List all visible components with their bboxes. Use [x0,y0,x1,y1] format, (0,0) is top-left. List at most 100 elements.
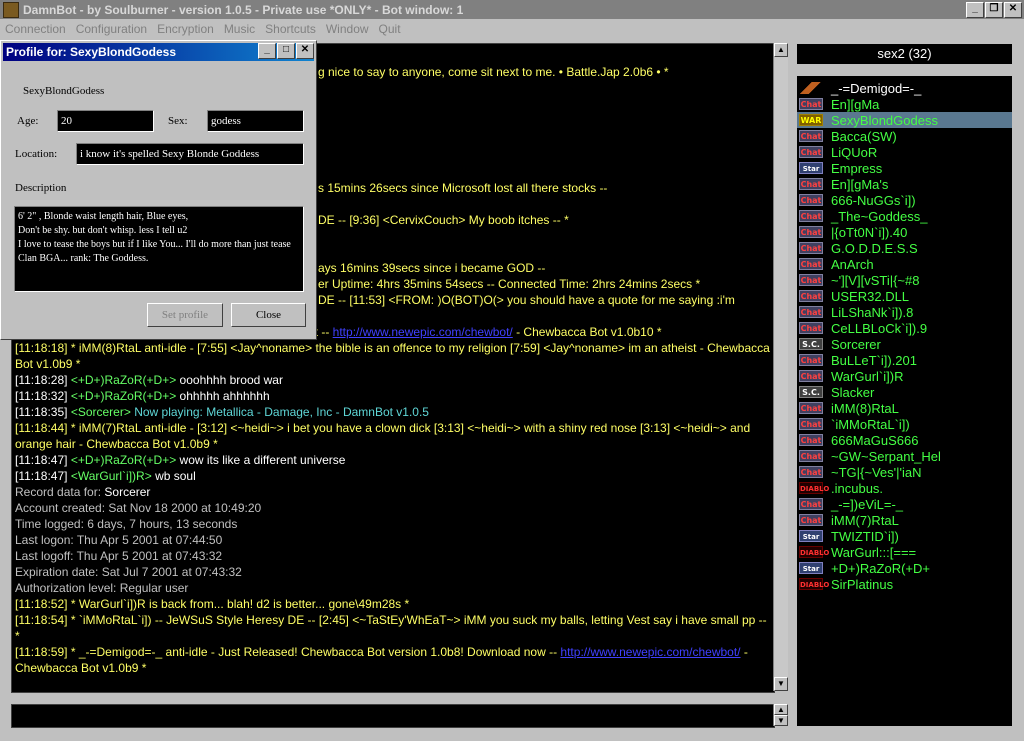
user-name: LiQUoR [831,144,878,160]
user-list-item[interactable]: Chat LiLShaNk`i]).8 [797,304,1012,320]
user-list-item[interactable]: S.C. Slacker [797,384,1012,400]
description-line: I love to tease the boys but if I like Y… [18,239,291,250]
chat-text: [11:18:47] [15,453,71,467]
sex-field[interactable]: godess [207,110,304,132]
chat-client-icon: Chat [799,194,823,206]
input-scrollbar[interactable]: ▲ ▼ [773,704,788,726]
menu-shortcuts[interactable]: Shortcuts [260,22,321,36]
dialog-maximize-button[interactable]: □ [277,43,295,59]
scroll-down-button[interactable]: ▼ [774,677,788,691]
menu-music[interactable]: Music [219,22,260,36]
user-list-item[interactable]: Chat 666MaGuS666 [797,432,1012,448]
dialog-window-controls: _ □ ✕ [257,43,314,59]
user-list-item[interactable]: Star Empress [797,160,1012,176]
chat-client-icon: Chat [799,274,823,286]
user-list-item[interactable]: Chat ~'][V][vSTi|{~#8 [797,272,1012,288]
input-scroll-up[interactable]: ▲ [774,704,788,715]
user-list-item[interactable]: Chat `iMMoRtaL`i]) [797,416,1012,432]
user-list-item[interactable]: _-=Demigod=-_ [797,80,1012,96]
user-list-item[interactable]: Star +D+)RaZoR(+D+ [797,560,1012,576]
user-list-item[interactable]: WAR SexyBlondGodess [797,112,1012,128]
user-list-item[interactable]: DIABLO WarGurl:::[=== [797,544,1012,560]
user-list-item[interactable]: Chat USER32.DLL [797,288,1012,304]
set-profile-button[interactable]: Set profile [147,303,223,327]
star-client-icon: Star [799,530,823,542]
user-name: LiLShaNk`i]).8 [831,304,914,320]
chat-text: DE -- [11:53] <FROM: )O(BOT)O(> you shou… [318,293,735,307]
age-field[interactable]: 20 [57,110,154,132]
user-name: Bacca(SW) [831,128,897,144]
chat-line: [11:18:18] * iMM(8)RtaL anti-idle - [7:5… [15,340,771,372]
chat-text: Time logged: 6 days, 7 hours, 13 seconds [15,517,238,531]
chat-text: - Chewbacca Bot v1.0b10 * [512,325,662,339]
user-list-item[interactable]: Chat Bacca(SW) [797,128,1012,144]
user-list-item[interactable]: Chat En][gMa [797,96,1012,112]
user-list-item[interactable]: Chat AnArch [797,256,1012,272]
user-name: 666MaGuS666 [831,432,919,448]
chat-client-icon: Chat [799,130,823,142]
war-client-icon: WAR [799,114,823,126]
menu-connection[interactable]: Connection [0,22,71,36]
chat-line: [11:18:47] <WarGurl`i])R> wb soul [15,468,771,484]
chat-line-partial: er Uptime: 4hrs 35mins 54secs -- Connect… [318,276,771,292]
user-list-item[interactable]: DIABLO .incubus. [797,480,1012,496]
chat-text: er Uptime: 4hrs 35mins 54secs -- Connect… [318,277,701,291]
scroll-up-button[interactable]: ▲ [774,43,788,57]
minimize-button[interactable]: _ [966,2,984,18]
dialog-minimize-button[interactable]: _ [258,43,276,59]
menu-configuration[interactable]: Configuration [71,22,152,36]
chat-input[interactable] [11,704,775,728]
user-list-item[interactable]: Chat CeLLBLoCk`i]).9 [797,320,1012,336]
chat-line-partial: DE -- [11:53] <FROM: )O(BOT)O(> you shou… [318,292,771,308]
user-list-item[interactable]: Chat ~GW~Serpant_Hel [797,448,1012,464]
profile-username: SexyBlondGodess [23,85,105,97]
menu-window[interactable]: Window [321,22,374,36]
chat-link[interactable]: http://www.newepic.com/chewbot/ [560,645,740,659]
chat-line-partial: DE -- [9:36] <CervixCouch> My boob itche… [318,212,771,228]
user-list-item[interactable]: Chat G.O.D.D.E.S.S [797,240,1012,256]
sc-client-icon: S.C. [799,386,823,398]
user-list-item[interactable]: DIABLO SirPlatinus [797,576,1012,592]
user-list-item[interactable]: Chat _The~Goddess_ [797,208,1012,224]
user-list-item[interactable]: Chat BuLLeT`i]).201 [797,352,1012,368]
chat-text: [11:18:18] * iMM(8)RtaL anti-idle - [7:5… [15,341,770,371]
chat-text: wow its like a different universe [176,453,346,467]
user-list[interactable]: _-=Demigod=-_ Chat En][gMa WAR SexyBlondGode… [797,76,1012,726]
chat-text: [11:18:28] [15,373,71,387]
dialog-close-button[interactable]: ✕ [296,43,314,59]
user-list-item[interactable]: Chat _-=])eViL=-_ [797,496,1012,512]
user-name: _-=])eViL=-_ [831,496,904,512]
description-field[interactable]: 6' 2" , Blonde waist length hair, Blue e… [14,206,304,292]
description-line: Don't be shy. but don't whisp. less I te… [18,225,188,236]
chat-text: [11:18:59] * _-=Demigod=-_ anti-idle - J… [15,645,561,659]
user-list-item[interactable]: Star TWIZTID`i]) [797,528,1012,544]
location-label: Location: [15,148,58,160]
user-name: iMM(7)RtaL [831,512,899,528]
user-list-item[interactable]: Chat iMM(7)RtaL [797,512,1012,528]
user-name: 666-NuGGs`i]) [831,192,916,208]
user-list-item[interactable]: Chat En][gMa's [797,176,1012,192]
location-field[interactable]: i know it's spelled Sexy Blonde Goddess [76,143,304,165]
star-client-icon: Star [799,562,823,574]
close-profile-button[interactable]: Close [231,303,306,327]
chat-link[interactable]: http://www.newepic.com/chewbot/ [333,325,513,339]
menu-quit[interactable]: Quit [374,22,406,36]
user-list-item[interactable]: Chat 666-NuGGs`i]) [797,192,1012,208]
chat-client-icon: Chat [799,466,823,478]
restore-button[interactable]: ❐ [985,2,1003,18]
chat-scrollbar[interactable]: ▲ ▼ [773,43,788,691]
close-button[interactable]: ✕ [1004,2,1022,18]
chat-line: [11:18:54] * `iMMoRtaL`i]) -- JeWSuS Sty… [15,612,771,644]
user-list-item[interactable]: Chat LiQUoR [797,144,1012,160]
menu-encryption[interactable]: Encryption [152,22,219,36]
user-list-item[interactable]: Chat iMM(8)RtaL [797,400,1012,416]
chat-client-icon: Chat [799,210,823,222]
user-list-item[interactable]: Chat |{oTt0N`i]).40 [797,224,1012,240]
diablo-client-icon: DIABLO [799,482,829,494]
user-list-item[interactable]: Chat WarGurl`i])R [797,368,1012,384]
chat-line: [11:18:44] * iMM(7)RtaL anti-idle - [3:1… [15,420,771,452]
user-name: WarGurl`i])R [831,368,904,384]
input-scroll-down[interactable]: ▼ [774,715,788,726]
user-list-item[interactable]: S.C. Sorcerer [797,336,1012,352]
user-list-item[interactable]: Chat ~TG|{~Ves'|'iaN [797,464,1012,480]
